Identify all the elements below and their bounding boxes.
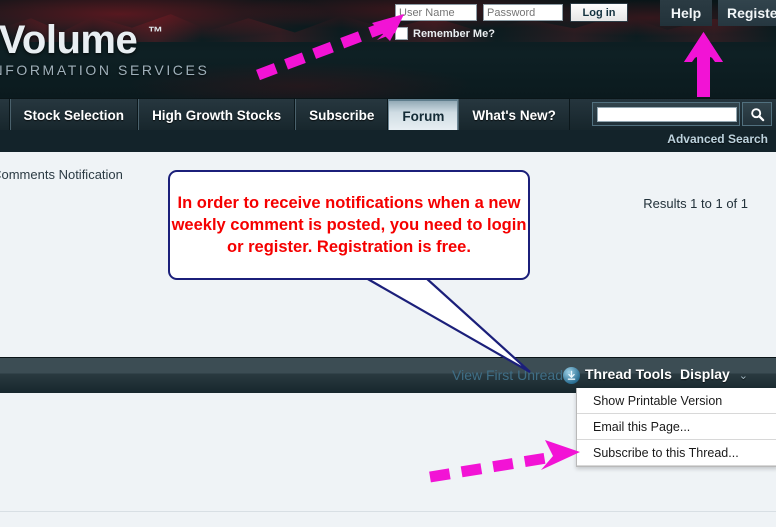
nav-tab-whats-new[interactable]: What's New? xyxy=(458,99,570,131)
main-navigation: e Stock Selection High Growth Stocks Sub… xyxy=(0,98,776,131)
nav-tab-forum[interactable]: Forum xyxy=(388,99,459,131)
view-first-unread-icon[interactable] xyxy=(563,367,580,384)
nav-search-wrap xyxy=(592,102,740,126)
results-count: Results 1 to 1 of 1 xyxy=(643,196,748,211)
login-button[interactable]: Log in xyxy=(570,3,628,22)
remember-me-label: Remember Me? xyxy=(413,27,495,40)
thread-tools-label: Thread Tools xyxy=(585,366,672,382)
nav-tab-home[interactable]: e xyxy=(0,99,10,131)
nav-tab-high-growth-stocks[interactable]: High Growth Stocks xyxy=(138,99,296,131)
download-arrow-icon xyxy=(567,370,576,380)
annotation-callout: In order to receive notifications when a… xyxy=(168,170,530,280)
screenshot-root: ive Volume ™ INFORMATION SERVICES Log in… xyxy=(0,0,776,527)
advanced-search-bar: Advanced Search xyxy=(0,130,776,152)
annotation-callout-text: In order to receive notifications when a… xyxy=(171,194,527,256)
trademark-symbol: ™ xyxy=(148,24,163,41)
username-input[interactable] xyxy=(395,4,477,21)
search-input[interactable] xyxy=(597,106,737,122)
breadcrumb[interactable]: y Comments Notification xyxy=(0,167,123,182)
help-button[interactable]: Help xyxy=(660,0,712,26)
thread-tools-dropdown: Show Printable Version Email this Page..… xyxy=(576,388,776,467)
site-logo-subtitle: INFORMATION SERVICES xyxy=(0,62,210,78)
display-label: Display xyxy=(680,366,730,382)
site-logo: ive Volume xyxy=(0,18,138,62)
lower-divider xyxy=(0,511,776,512)
menu-item-subscribe-to-this-thread[interactable]: Subscribe to this Thread... xyxy=(577,440,776,466)
chevron-down-icon-display: ⌄ xyxy=(738,370,748,382)
nav-tab-list: e Stock Selection High Growth Stocks Sub… xyxy=(0,99,570,131)
advanced-search-link[interactable]: Advanced Search xyxy=(667,132,768,146)
register-button[interactable]: Register xyxy=(718,0,776,26)
nav-tab-stock-selection[interactable]: Stock Selection xyxy=(9,99,139,131)
site-header: ive Volume ™ INFORMATION SERVICES Log in… xyxy=(0,0,776,98)
password-input[interactable] xyxy=(483,4,563,21)
remember-me-checkbox[interactable] xyxy=(395,27,408,40)
view-first-unread-link[interactable]: View First Unread xyxy=(452,367,563,383)
search-icon xyxy=(750,107,764,121)
display-menu[interactable]: Display ⌄ xyxy=(680,366,748,382)
menu-item-show-printable-version[interactable]: Show Printable Version xyxy=(577,388,776,414)
search-button[interactable] xyxy=(742,102,772,126)
thread-tools-menu[interactable]: Thread Tools ⌄ xyxy=(585,366,690,382)
nav-tab-subscribe[interactable]: Subscribe xyxy=(295,99,389,131)
remember-me-row[interactable]: Remember Me? xyxy=(395,27,495,40)
menu-item-email-this-page[interactable]: Email this Page... xyxy=(577,414,776,440)
